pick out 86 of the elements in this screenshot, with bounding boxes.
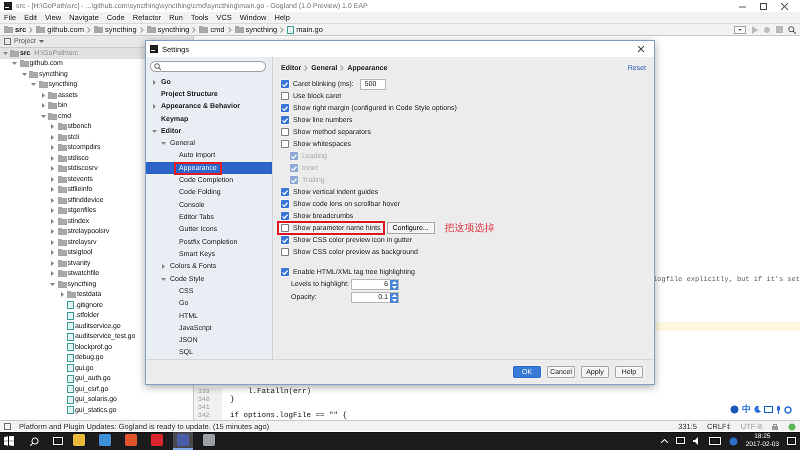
check-icon	[282, 190, 288, 194]
check-icon	[282, 106, 288, 110]
collapsed-arrow-icon[interactable]	[50, 124, 55, 130]
close-icon[interactable]	[638, 46, 644, 52]
expanded-arrow-icon[interactable]	[40, 114, 46, 119]
collapsed-arrow-icon[interactable]	[50, 271, 55, 276]
chevron-icon	[29, 26, 34, 32]
check-icon	[282, 118, 288, 122]
chevron-icon	[280, 26, 284, 32]
check-icon	[282, 214, 288, 218]
collapsed-arrow-icon[interactable]	[50, 240, 55, 245]
spinner-arrows-icon	[392, 280, 396, 288]
folder-icon	[36, 26, 46, 33]
folder-icon	[94, 26, 103, 33]
dropdown-icon[interactable]	[734, 26, 746, 34]
chevron-icon	[140, 26, 144, 32]
input-mode[interactable]: 中	[742, 403, 751, 416]
panel-icon	[4, 423, 11, 430]
expanded-arrow-icon[interactable]	[160, 141, 166, 146]
volume-icon[interactable]	[692, 437, 701, 445]
check-icon	[282, 202, 288, 206]
spinner-arrows-icon	[392, 294, 396, 302]
collapsed-arrow-icon[interactable]	[50, 187, 55, 192]
collapsed-arrow-icon[interactable]	[50, 229, 55, 234]
app-icon	[177, 434, 189, 446]
collapsed-arrow-icon[interactable]	[40, 92, 46, 98]
windows-start-icon[interactable]	[4, 436, 14, 446]
checkbox[interactable]	[281, 224, 289, 232]
maximize-icon[interactable]	[760, 2, 767, 10]
folder-icon	[4, 26, 13, 33]
expanded-arrow-icon[interactable]	[22, 72, 26, 77]
folder-icon	[199, 26, 208, 33]
app-icon	[151, 434, 163, 446]
folder-icon	[234, 26, 244, 33]
search-field[interactable]	[150, 61, 266, 72]
chevron-icon	[192, 26, 196, 32]
collapsed-arrow-icon[interactable]	[50, 250, 55, 256]
close-icon[interactable]	[781, 2, 788, 10]
check-icon	[282, 270, 288, 274]
check-icon	[282, 82, 288, 86]
checkbox[interactable]	[281, 128, 289, 136]
search-icon[interactable]	[788, 26, 796, 34]
collapsed-arrow-icon[interactable]	[50, 218, 55, 224]
app-icon	[125, 434, 137, 446]
expanded-arrow-icon[interactable]	[50, 282, 55, 287]
chevron-up-icon[interactable]	[660, 439, 668, 443]
collapsed-arrow-icon[interactable]	[50, 208, 55, 214]
app-icon	[99, 434, 111, 446]
expanded-arrow-icon[interactable]	[31, 82, 36, 88]
expanded-arrow-icon[interactable]	[152, 128, 156, 134]
collapsed-arrow-icon[interactable]	[152, 80, 156, 85]
collapsed-arrow-icon[interactable]	[60, 292, 64, 298]
expanded-arrow-icon[interactable]	[2, 50, 8, 56]
search-icon	[154, 62, 161, 70]
chevron-icon	[304, 65, 308, 71]
app-icon	[73, 434, 85, 446]
expanded-arrow-icon[interactable]	[12, 61, 17, 66]
app-icon	[150, 45, 158, 53]
annotation: 把这项选掉	[444, 222, 495, 235]
expanded-arrow-icon[interactable]	[160, 276, 166, 282]
collapsed-arrow-icon[interactable]	[50, 176, 55, 182]
checkbox[interactable]	[281, 248, 289, 256]
collapsed-arrow-icon[interactable]	[50, 134, 55, 140]
collapsed-arrow-icon[interactable]	[152, 104, 156, 110]
chevron-icon	[340, 65, 344, 71]
app-icon	[203, 434, 215, 446]
chevron-icon	[228, 26, 232, 32]
folder-icon	[146, 26, 156, 33]
collapsed-arrow-icon[interactable]	[160, 264, 166, 270]
caret-icon	[38, 40, 44, 43]
collapsed-arrow-icon[interactable]	[50, 156, 55, 161]
task-view-icon[interactable]	[53, 437, 63, 445]
file-icon	[287, 26, 294, 34]
collapsed-arrow-icon[interactable]	[50, 260, 55, 266]
microphone-icon[interactable]	[776, 406, 781, 414]
collapsed-arrow-icon[interactable]	[40, 103, 46, 108]
checkbox[interactable]	[281, 140, 289, 148]
collapsed-arrow-icon[interactable]	[50, 145, 55, 150]
panel-icon	[4, 38, 11, 45]
checkbox[interactable]	[281, 92, 289, 100]
moon-icon[interactable]	[754, 406, 761, 413]
lock-icon	[772, 423, 778, 430]
collapsed-arrow-icon[interactable]	[50, 198, 55, 203]
collapsed-arrow-icon[interactable]	[50, 166, 55, 172]
check-icon	[282, 238, 288, 242]
chevron-icon	[86, 26, 91, 32]
